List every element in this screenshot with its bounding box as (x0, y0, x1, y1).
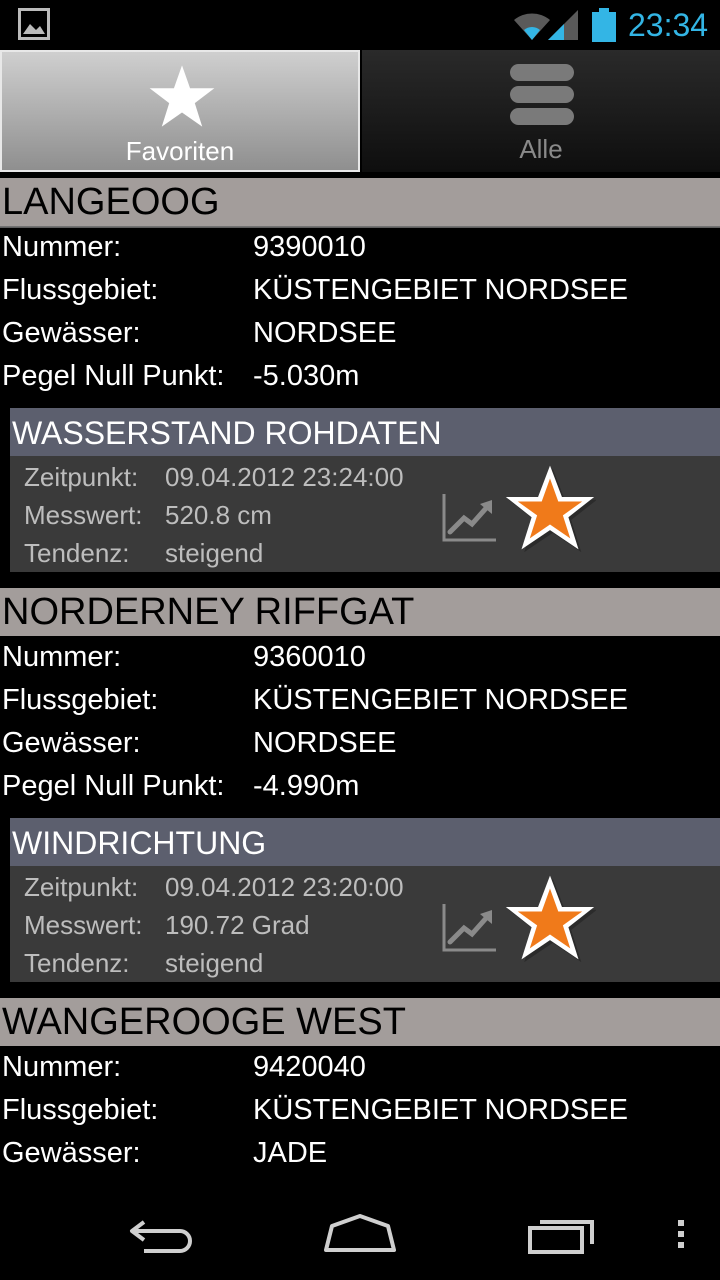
label-pegel: Pegel Null Punkt: (2, 360, 225, 392)
value-messwert: 190.72 Grad (165, 910, 310, 940)
value-gewaesser: NORDSEE (253, 727, 397, 759)
label-flussgebiet: Flussgebiet: (2, 1094, 159, 1126)
value-flussgebiet: KÜSTENGEBIET NORDSEE (253, 684, 628, 716)
info-row-flussgebiet: Flussgebiet: KÜSTENGEBIET NORDSEE (0, 269, 720, 312)
star-icon (149, 65, 215, 127)
value-nummer: 9360010 (253, 641, 366, 673)
value-pegel: -4.990m (253, 770, 360, 802)
label-tendenz: Tendenz: (24, 948, 130, 978)
image-notification-icon (18, 8, 50, 40)
measurement-title: WINDRICHTUNG (10, 818, 720, 866)
trend-chart-icon[interactable] (442, 492, 498, 542)
label-messwert: Messwert: (24, 500, 143, 530)
station-name: LANGEOOG (0, 178, 720, 226)
value-zeitpunkt: 09.04.2012 23:24:00 (165, 462, 404, 492)
tab-bar: Favoriten Alle (0, 50, 720, 228)
label-gewaesser: Gewässer: (2, 727, 141, 759)
trend-chart-icon[interactable] (442, 902, 498, 952)
battery-icon (592, 8, 616, 42)
info-row-pegel: Pegel Null Punkt: -5.030m (0, 355, 720, 398)
label-tendenz: Tendenz: (24, 538, 130, 568)
value-messwert: 520.8 cm (165, 500, 272, 530)
label-nummer: Nummer: (2, 231, 122, 263)
measurement-card[interactable]: WASSERSTAND ROHDATEN Zeitpunkt: 09.04.20… (10, 408, 720, 572)
label-messwert: Messwert: (24, 910, 143, 940)
tab-label: Alle (519, 134, 563, 164)
station-item[interactable]: WANGEROOGE WEST Nummer: 9420040 Flussgeb… (0, 998, 720, 1175)
label-gewaesser: Gewässer: (2, 1137, 141, 1169)
clock: 23:34 (628, 7, 709, 43)
value-nummer: 9390010 (253, 231, 366, 263)
value-nummer: 9420040 (253, 1051, 366, 1083)
label-flussgebiet: Flussgebiet: (2, 274, 159, 306)
value-flussgebiet: KÜSTENGEBIET NORDSEE (253, 1094, 628, 1126)
info-row-pegel: Pegel Null Punkt: -4.990m (0, 765, 720, 808)
value-pegel: -5.030m (253, 360, 360, 392)
measurement-card[interactable]: WINDRICHTUNG Zeitpunkt: 09.04.2012 23:20… (10, 818, 720, 982)
wifi-icon (514, 13, 550, 40)
label-gewaesser: Gewässer: (2, 317, 141, 349)
info-row-gewaesser: Gewässer: NORDSEE (0, 722, 720, 765)
back-icon[interactable] (124, 1214, 196, 1254)
list-icon (510, 64, 574, 125)
info-row-nummer: Nummer: 9420040 (0, 1046, 720, 1089)
favorite-star-icon[interactable] (504, 462, 596, 554)
station-list[interactable]: LANGEOOG Nummer: 9390010 Flussgebiet: KÜ… (0, 178, 720, 1182)
info-row-gewaesser: Gewässer: JADE (0, 1132, 720, 1175)
label-nummer: Nummer: (2, 641, 122, 673)
station-name: NORDERNEY RIFFGAT (0, 588, 720, 636)
status-bar: 23:34 (0, 0, 720, 50)
label-pegel: Pegel Null Punkt: (2, 770, 225, 802)
value-tendenz: steigend (165, 948, 264, 978)
value-gewaesser: JADE (253, 1137, 328, 1169)
label-nummer: Nummer: (2, 1051, 122, 1083)
station-item[interactable]: LANGEOOG Nummer: 9390010 Flussgebiet: KÜ… (0, 178, 720, 572)
value-zeitpunkt: 09.04.2012 23:20:00 (165, 872, 404, 902)
navigation-bar (0, 1182, 720, 1280)
info-row-flussgebiet: Flussgebiet: KÜSTENGEBIET NORDSEE (0, 1089, 720, 1132)
info-row-nummer: Nummer: 9390010 (0, 226, 720, 269)
favorite-star-icon[interactable] (504, 872, 596, 964)
value-tendenz: steigend (165, 538, 264, 568)
measurement-title: WASSERSTAND ROHDATEN (10, 408, 720, 456)
signal-icon (548, 10, 578, 40)
tab-label: Favoriten (125, 136, 235, 166)
station-item[interactable]: NORDERNEY RIFFGAT Nummer: 9360010 Flussg… (0, 588, 720, 982)
home-icon[interactable] (322, 1212, 398, 1254)
info-row-gewaesser: Gewässer: NORDSEE (0, 312, 720, 355)
tab-favoriten[interactable]: Favoriten (0, 50, 360, 172)
label-zeitpunkt: Zeitpunkt: (24, 462, 139, 492)
label-flussgebiet: Flussgebiet: (2, 684, 159, 716)
label-zeitpunkt: Zeitpunkt: (24, 872, 139, 902)
value-gewaesser: NORDSEE (253, 317, 397, 349)
tab-alle[interactable]: Alle (360, 50, 720, 172)
info-row-nummer: Nummer: 9360010 (0, 636, 720, 679)
station-name: WANGEROOGE WEST (0, 998, 720, 1046)
recent-apps-icon[interactable] (526, 1212, 598, 1256)
info-row-flussgebiet: Flussgebiet: KÜSTENGEBIET NORDSEE (0, 679, 720, 722)
value-flussgebiet: KÜSTENGEBIET NORDSEE (253, 274, 628, 306)
menu-icon[interactable] (674, 1218, 688, 1250)
